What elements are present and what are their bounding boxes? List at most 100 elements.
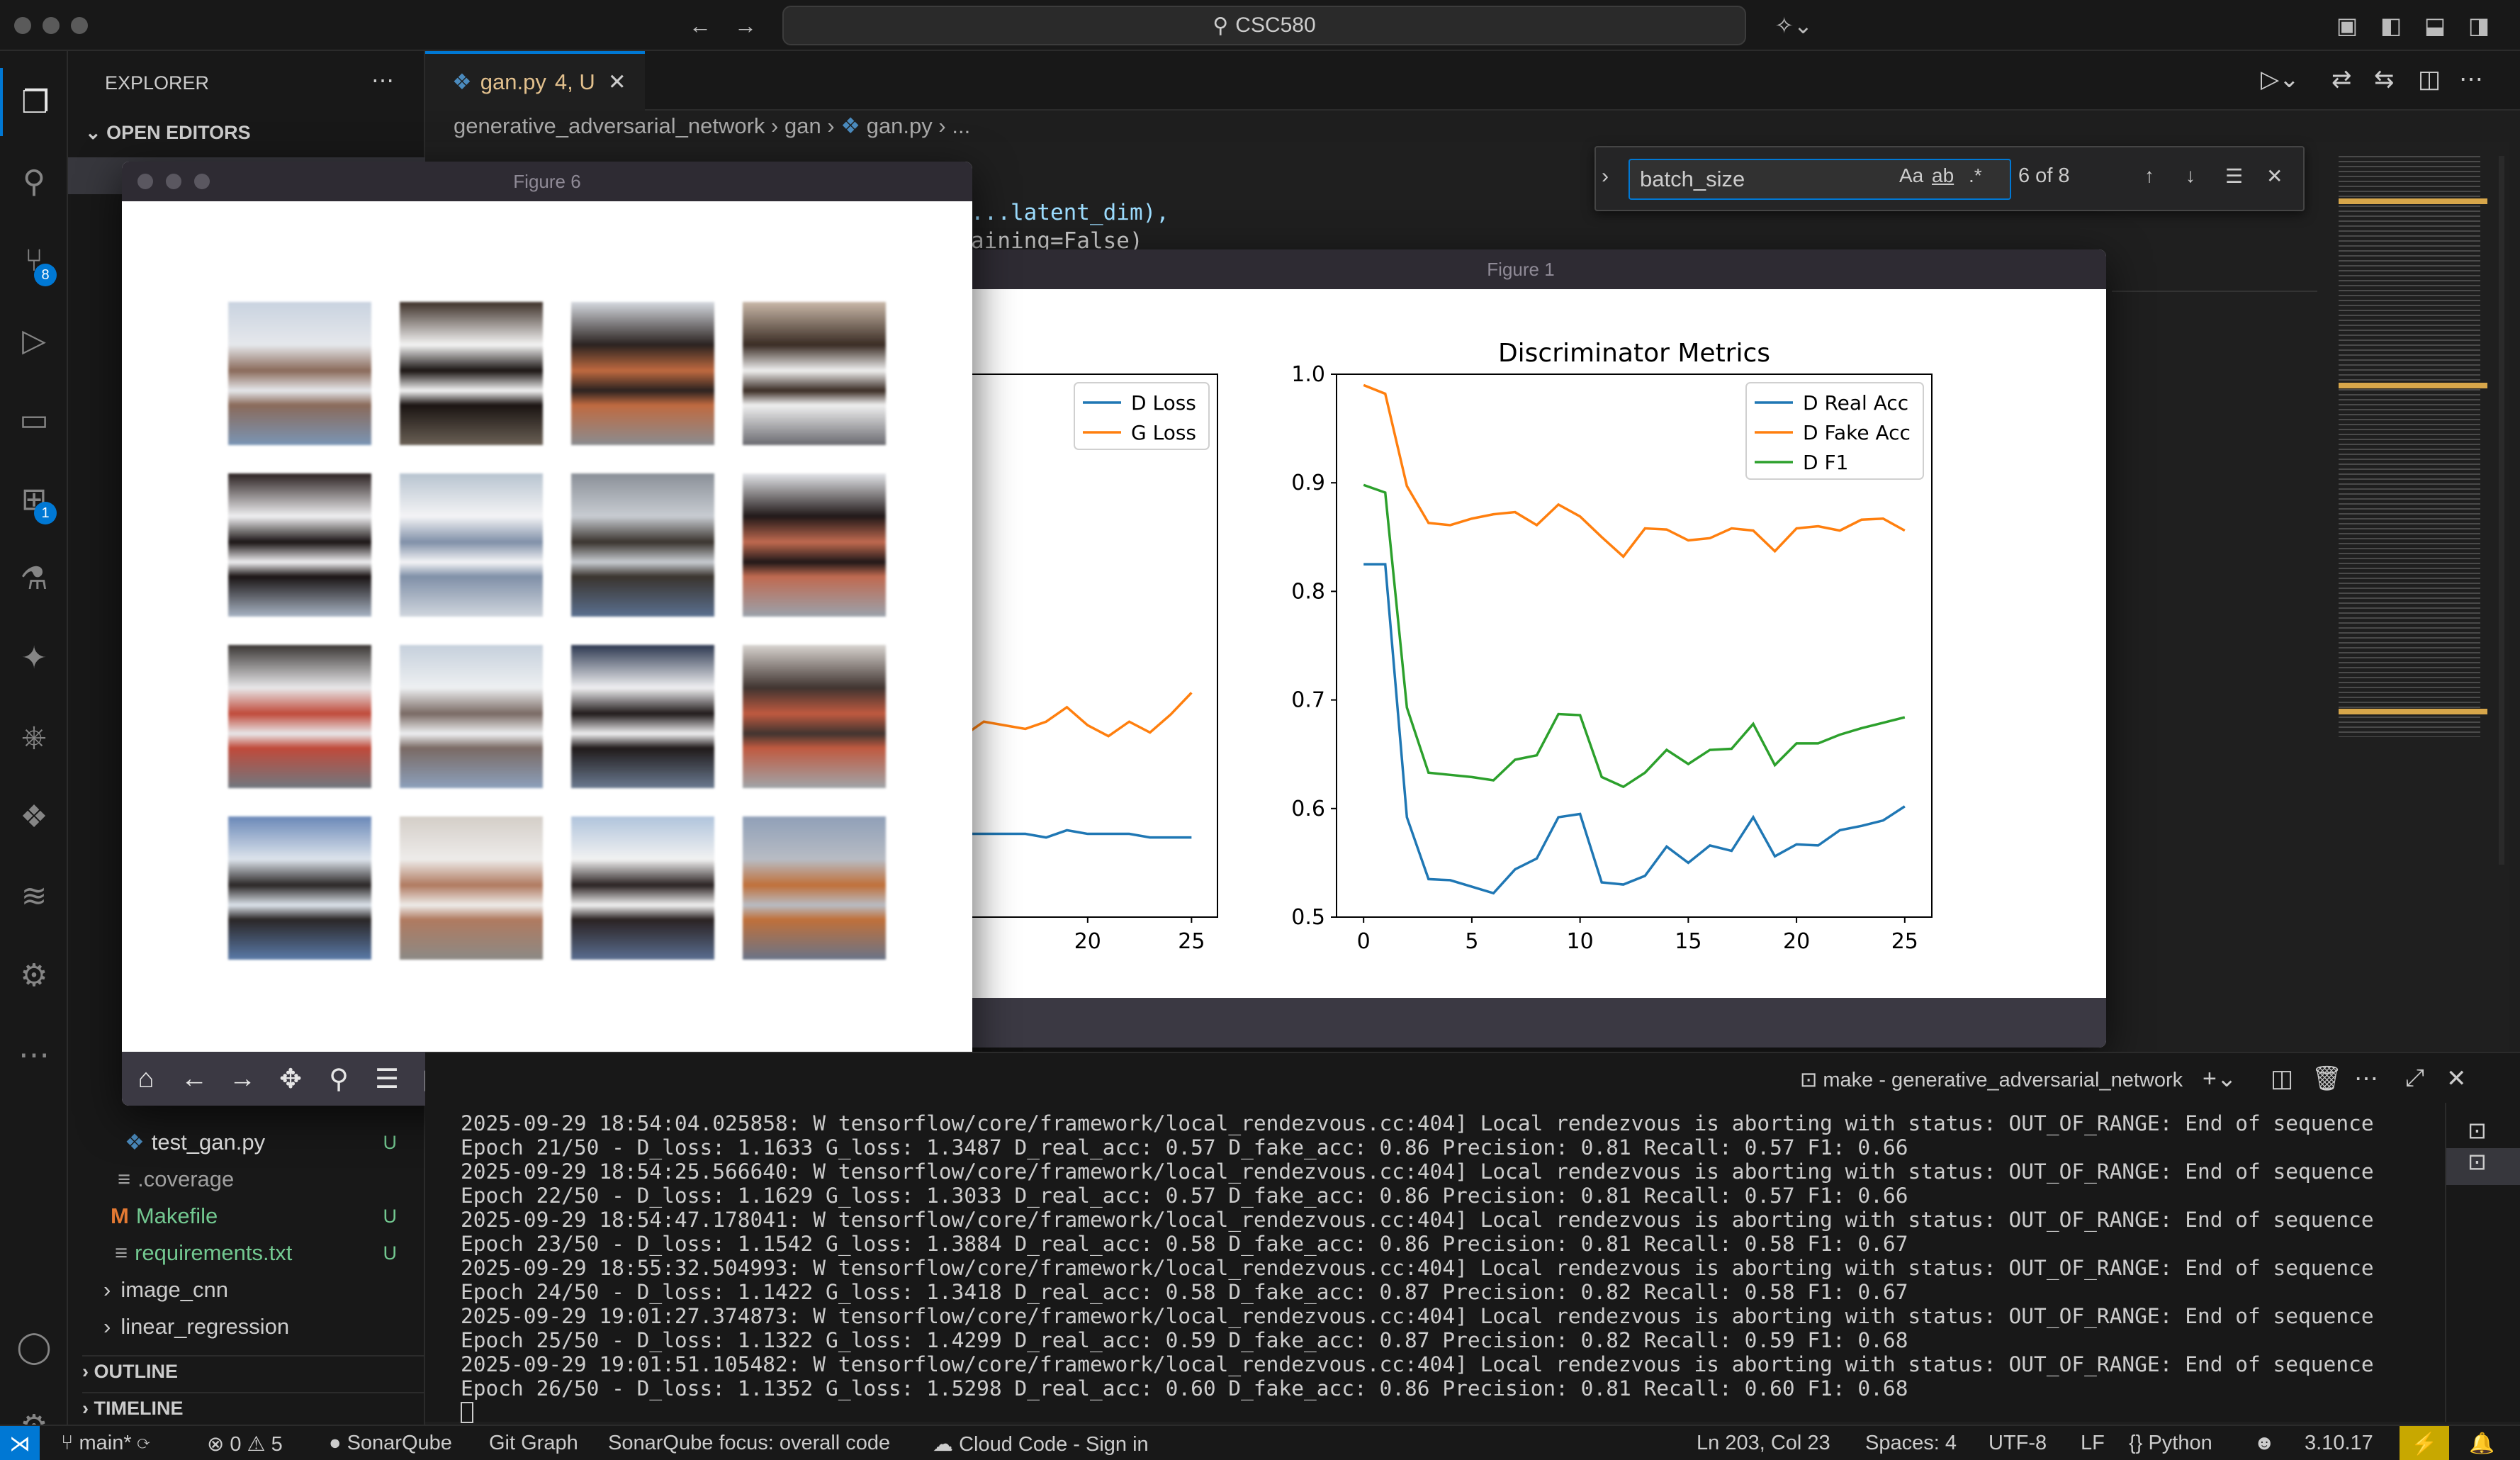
sonarqube-indicator[interactable]: ● SonarQube [329, 1432, 452, 1455]
git-compare-icon[interactable]: ⇄ [2331, 65, 2352, 94]
sidebar-item-coverage[interactable]: ≡ .coverage [68, 1161, 425, 1198]
sidebar-item-makefile[interactable]: M Makefile U [68, 1198, 425, 1235]
python-version[interactable]: 3.10.17 [2305, 1432, 2373, 1455]
editor-more-icon[interactable]: ⋯ [2459, 65, 2483, 94]
search-icon[interactable]: ⚲ [0, 147, 68, 215]
close-panel-icon[interactable]: ✕ [2446, 1065, 2467, 1093]
tab-gan-py[interactable]: ❖ gan.py 4, U ✕ [425, 51, 645, 111]
cloud-code-indicator[interactable]: ☁ Cloud Code - Sign in [933, 1432, 1149, 1456]
kubernetes-icon[interactable]: ⎈ [0, 703, 68, 771]
sidebar-item-image-cnn[interactable]: › image_cnn [68, 1271, 425, 1308]
command-center-search[interactable]: ⚲ CSC580 [782, 6, 1746, 45]
window-close-button[interactable] [14, 17, 31, 34]
breadcrumb-item[interactable]: gan.py [867, 113, 933, 138]
toggle-secondary-sidebar-icon[interactable]: ◨ [2463, 10, 2494, 41]
run-python-icon[interactable]: ▷⌄ [2261, 65, 2300, 94]
y-tick-label: 0.5 [1291, 905, 1325, 930]
timeline-header[interactable]: › TIMELINE [82, 1392, 425, 1420]
toggle-replace-icon[interactable]: › [1602, 164, 1609, 189]
end-of-line[interactable]: LF [2081, 1432, 2105, 1455]
breadcrumb-item[interactable]: generative_adversarial_network [454, 113, 765, 138]
sidebar-item-requirements[interactable]: ≡ requirements.txt U [68, 1235, 425, 1271]
layout-customize-icon[interactable]: ▣ [2331, 10, 2363, 41]
run-debug-icon[interactable]: ▷ [0, 306, 68, 374]
docker-icon[interactable]: ⚙ [0, 941, 68, 1009]
split-editor-icon[interactable]: ◫ [2418, 65, 2441, 94]
forward-arrow-icon[interactable]: → [225, 1063, 259, 1094]
fig6-close-button[interactable] [137, 174, 153, 189]
encoding[interactable]: UTF-8 [1989, 1432, 2047, 1455]
copilot-chat-icon[interactable]: ✦ [0, 624, 68, 692]
match-case-toggle[interactable]: Aa [1899, 164, 1923, 187]
previous-match-icon[interactable]: ↑ [2144, 164, 2154, 187]
home-icon[interactable]: ⌂ [129, 1063, 163, 1094]
pan-icon[interactable]: ✥ [274, 1063, 308, 1094]
next-match-icon[interactable]: ↓ [2186, 164, 2195, 187]
problems-indicator[interactable]: ⊗ 0 ⚠ 5 [207, 1432, 283, 1456]
terminal-selector[interactable]: ⊡ make - generative_adversarial_network [1800, 1067, 2183, 1092]
outline-label: OUTLINE [94, 1361, 179, 1382]
close-tab-icon[interactable]: ✕ [608, 69, 626, 95]
explorer-icon[interactable]: ❐ [0, 68, 68, 136]
terminal-tab-icon-active[interactable]: ⊡ [2446, 1148, 2520, 1185]
nav-forward-icon[interactable]: → [730, 10, 761, 41]
testing-icon[interactable]: ⚗ [0, 544, 68, 612]
outline-header[interactable]: › OUTLINE [82, 1355, 425, 1383]
split-terminal-icon[interactable]: ◫ [2271, 1065, 2293, 1093]
zoom-icon[interactable]: ⚲ [322, 1063, 356, 1094]
git-status-badge: U [383, 1131, 398, 1153]
extensions-icon[interactable]: ⊞ 1 [0, 465, 68, 533]
kill-terminal-icon[interactable]: 🗑 [2312, 1065, 2342, 1093]
nav-back-icon[interactable]: ← [685, 10, 716, 41]
cursor-position[interactable]: Ln 203, Col 23 [1697, 1432, 1830, 1455]
breadcrumb-item[interactable]: gan [784, 113, 821, 138]
open-editors-header[interactable]: ⌄ OPEN EDITORS [85, 122, 251, 144]
match-whole-word-toggle[interactable]: ab [1932, 164, 1954, 187]
maximize-panel-icon[interactable]: ⤢ [2405, 1065, 2424, 1092]
sidebar-item-test-gan[interactable]: ❖ test_gan.py U [68, 1124, 425, 1161]
configure-subplots-icon[interactable]: ☰ [370, 1063, 404, 1094]
window-zoom-button[interactable] [71, 17, 88, 34]
accounts-icon[interactable]: ◯ [0, 1313, 68, 1381]
figure-6-titlebar[interactable]: Figure 6 [122, 162, 972, 201]
minimap[interactable] [2331, 142, 2509, 1063]
git-graph-icon[interactable]: ❖ [0, 782, 68, 850]
copilot-disabled-icon[interactable]: ⚡ [2400, 1426, 2449, 1460]
branch-indicator[interactable]: ⑂ main* ⟳ [61, 1432, 150, 1455]
indentation[interactable]: Spaces: 4 [1865, 1432, 1957, 1455]
figure-1-toolbar [935, 998, 2106, 1048]
figure-1-window[interactable]: Figure 1 Discriminator Metrics 0 5 10 15 20 25… [935, 249, 2106, 1048]
use-regex-toggle[interactable]: .* [1969, 164, 1982, 187]
close-find-icon[interactable]: ✕ [2266, 164, 2283, 188]
more-views-icon[interactable]: ⋯ [0, 1021, 68, 1089]
remote-explorer-icon[interactable]: ▭ [0, 386, 68, 454]
panel-more-icon[interactable]: ⋯ [2354, 1065, 2378, 1093]
window-minimize-button[interactable] [43, 17, 60, 34]
notifications-bell-icon[interactable]: 🔔 [2469, 1432, 2494, 1456]
source-control-icon[interactable]: ⑂ 8 [0, 227, 68, 295]
toggle-panel-icon[interactable]: ⬓ [2419, 10, 2451, 41]
figure-1-titlebar[interactable]: Figure 1 [935, 249, 2106, 289]
sidebar-item-linear-regression[interactable]: › linear_regression [68, 1308, 425, 1345]
sonar-focus-indicator[interactable]: SonarQube focus: overall code [608, 1432, 890, 1455]
copilot-status-icon[interactable]: ☻ [2254, 1432, 2276, 1455]
remote-indicator[interactable]: ⋊ [0, 1426, 40, 1460]
fig6-minimize-button[interactable] [166, 174, 181, 189]
copilot-icon[interactable]: ✧⌄ [1769, 10, 1818, 41]
terminal-line: Epoch 21/50 - D_loss: 1.1633 G_loss: 1.3… [461, 1135, 1908, 1159]
find-in-selection-icon[interactable]: ☰ [2225, 164, 2243, 188]
terminal-tab-icon[interactable]: ⊡ [2468, 1117, 2487, 1144]
open-changes-icon[interactable]: ⇆ [2374, 65, 2395, 94]
editor-scrollbar[interactable] [2499, 156, 2504, 865]
explorer-more-icon[interactable]: ⋯ [371, 67, 394, 94]
fig6-zoom-button[interactable] [194, 174, 210, 189]
toggle-sidebar-icon[interactable]: ◧ [2375, 10, 2407, 41]
terminal-output[interactable]: 2025-09-29 18:54:04.025858: W tensorflow… [425, 1103, 2452, 1423]
breadcrumb-item[interactable]: ... [952, 113, 970, 138]
back-arrow-icon[interactable]: ← [177, 1063, 211, 1094]
figure-6-window[interactable]: Figure 6 ⌂ ← → ✥ ⚲ ☰ ▣ [122, 162, 972, 1106]
language-mode[interactable]: {} Python [2129, 1432, 2212, 1455]
wave-icon[interactable]: ≋ [0, 862, 68, 930]
new-terminal-icon[interactable]: +⌄ [2203, 1065, 2237, 1093]
git-graph-button[interactable]: Git Graph [489, 1432, 578, 1455]
